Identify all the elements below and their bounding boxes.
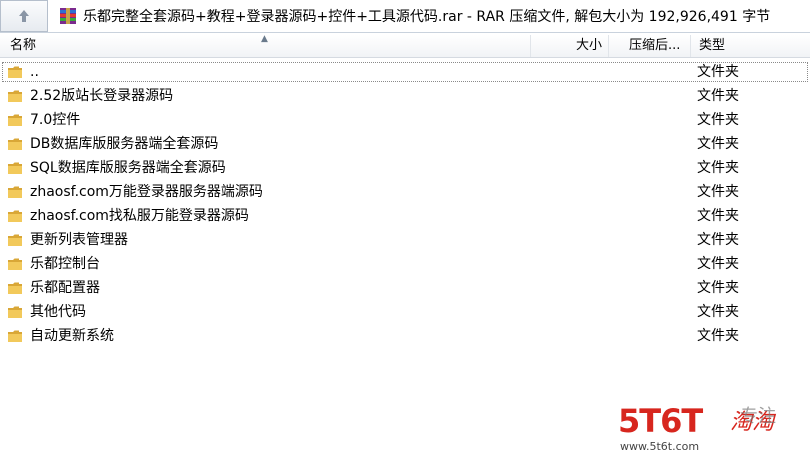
file-row[interactable]: zhaosf.com找私服万能登录器源码 文件夹 [0,204,810,228]
path-bar: 乐都完整全套源码+教程+登录器源码+控件+工具源代码.rar - RAR 压缩文… [0,0,810,33]
file-type: 文件夹 [697,208,739,224]
file-type: 文件夹 [697,112,739,128]
file-name: .. [30,64,39,80]
file-name: 2.52版站长登录器源码 [30,88,174,104]
file-row[interactable]: DB数据库版服务器端全套源码 文件夹 [0,132,810,156]
column-packed[interactable]: 压缩后... [608,35,690,57]
folder-icon [8,186,22,198]
file-list: .. 文件夹 2.52版站长登录器源码 文件夹 7.0控件 文件夹 DB数据库版… [0,60,810,348]
watermark-side-text: 专注 [740,406,776,427]
file-row[interactable]: 乐都控制台 文件夹 [0,252,810,276]
column-type[interactable]: 类型 [690,35,810,57]
archive-path-text: 乐都完整全套源码+教程+登录器源码+控件+工具源代码.rar - RAR 压缩文… [83,9,771,25]
up-arrow-icon [19,10,29,22]
file-row[interactable]: 其他代码 文件夹 [0,300,810,324]
up-folder-button[interactable] [0,0,48,32]
file-name: 乐都控制台 [30,256,100,272]
file-type: 文件夹 [697,280,739,296]
file-type: 文件夹 [697,328,739,344]
file-row[interactable]: .. 文件夹 [0,60,810,84]
folder-icon [8,114,22,126]
file-row[interactable]: 7.0控件 文件夹 [0,108,810,132]
file-name: DB数据库版服务器端全套源码 [30,136,219,152]
column-size[interactable]: 大小 [530,35,608,57]
folder-icon [8,66,22,78]
watermark-main-text: 5T6T [618,402,703,440]
file-type: 文件夹 [697,304,739,320]
watermark-logo: 5T6T 淘淘 专注 www.5t6t.com [612,400,810,457]
file-type: 文件夹 [697,64,739,80]
watermark-url-text: www.5t6t.com [620,440,700,453]
file-row[interactable]: 2.52版站长登录器源码 文件夹 [0,84,810,108]
file-name: zhaosf.com找私服万能登录器源码 [30,208,249,224]
file-row[interactable]: 乐都配置器 文件夹 [0,276,810,300]
folder-icon [8,138,22,150]
file-type: 文件夹 [697,184,739,200]
file-row[interactable]: 更新列表管理器 文件夹 [0,228,810,252]
folder-icon [8,330,22,342]
file-row[interactable]: 自动更新系统 文件夹 [0,324,810,348]
file-name: 乐都配置器 [30,280,100,296]
folder-icon [8,162,22,174]
file-name: 其他代码 [30,304,86,320]
path-field[interactable]: 乐都完整全套源码+教程+登录器源码+控件+工具源代码.rar - RAR 压缩文… [53,3,810,29]
file-type: 文件夹 [697,256,739,272]
file-name: 7.0控件 [30,112,81,128]
file-type: 文件夹 [697,88,739,104]
file-name: 自动更新系统 [30,328,114,344]
column-name[interactable]: 名称 [0,35,530,57]
folder-icon [8,282,22,294]
file-type: 文件夹 [697,136,739,152]
focus-rectangle [2,62,808,82]
file-name: SQL数据库版服务器端全套源码 [30,160,226,176]
folder-icon [8,90,22,102]
folder-icon [8,234,22,246]
folder-icon [8,306,22,318]
file-row[interactable]: SQL数据库版服务器端全套源码 文件夹 [0,156,810,180]
column-header: ▲ 名称 大小 压缩后... 类型 [0,35,810,58]
folder-icon [8,258,22,270]
file-type: 文件夹 [697,160,739,176]
folder-icon [8,210,22,222]
file-name: zhaosf.com万能登录器服务器端源码 [30,184,263,200]
file-type: 文件夹 [697,232,739,248]
file-row[interactable]: zhaosf.com万能登录器服务器端源码 文件夹 [0,180,810,204]
rar-archive-icon [60,8,76,24]
file-name: 更新列表管理器 [30,232,128,248]
